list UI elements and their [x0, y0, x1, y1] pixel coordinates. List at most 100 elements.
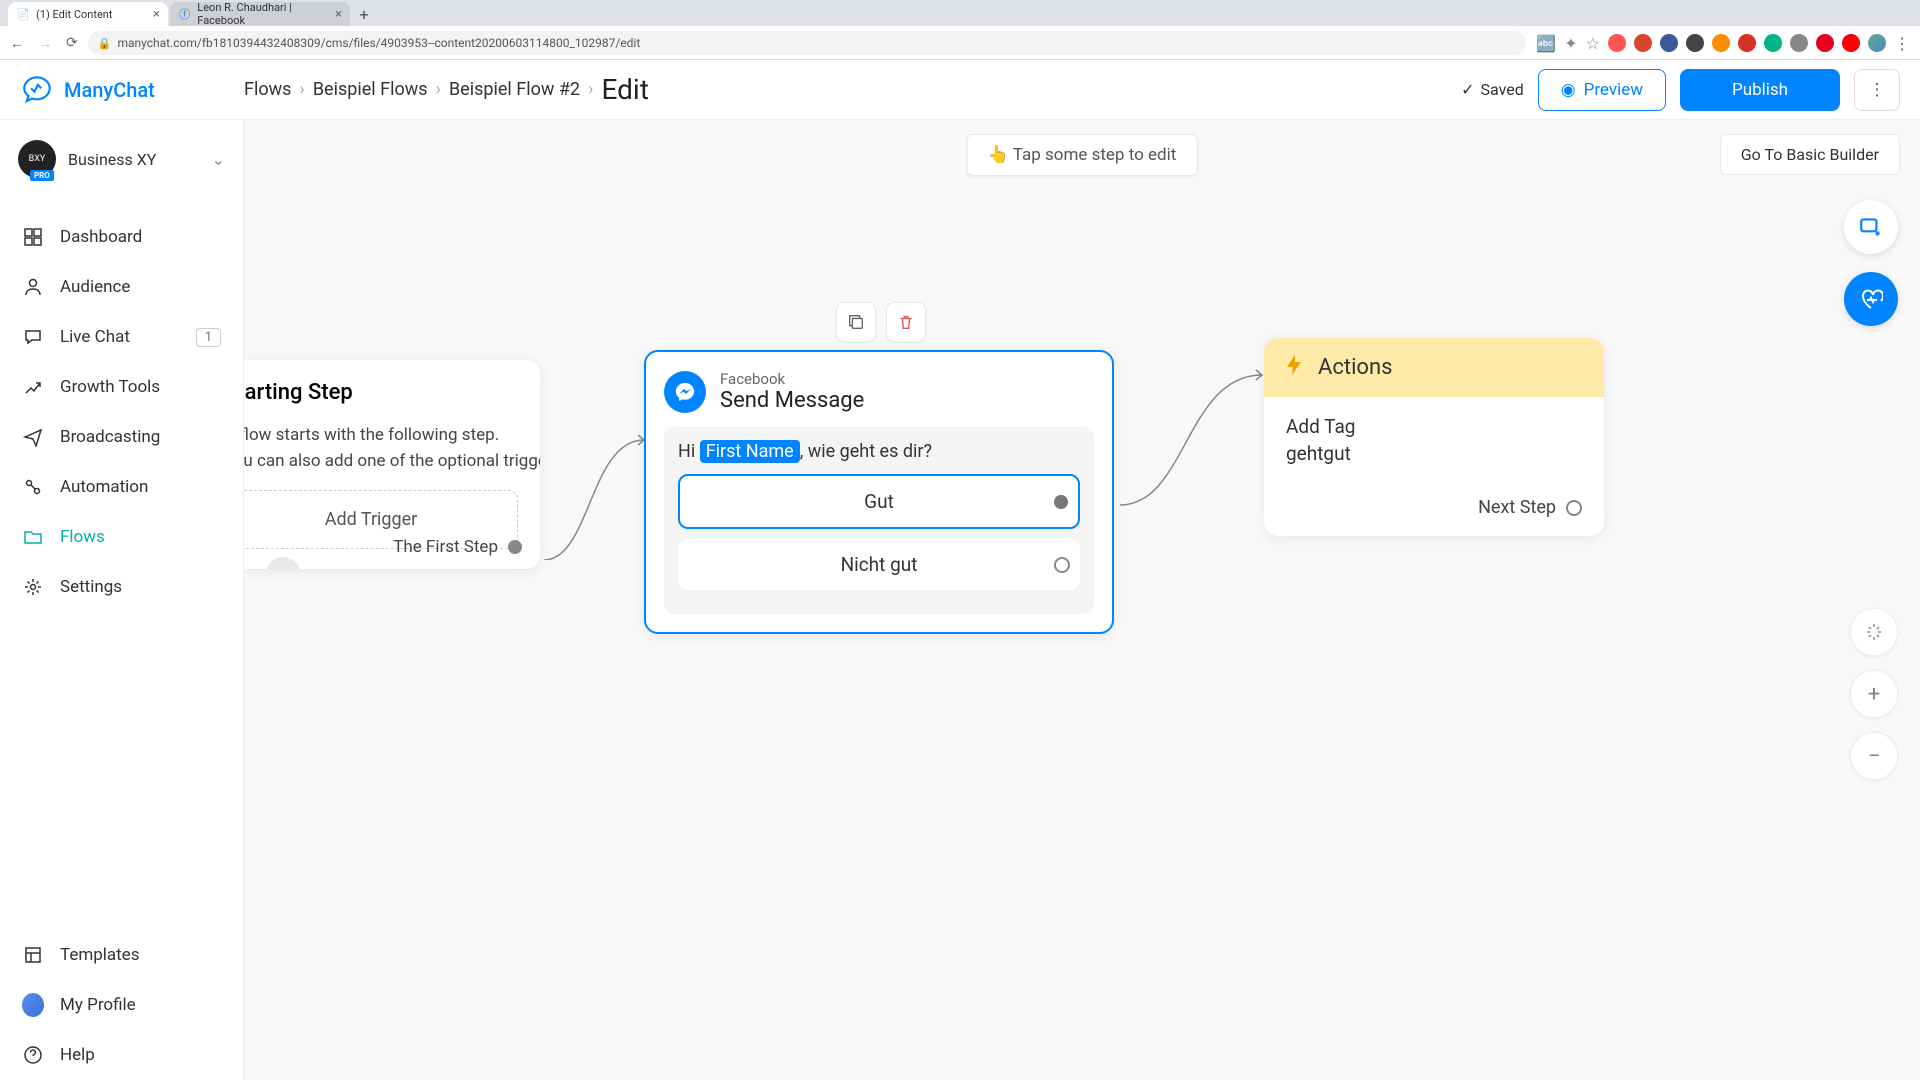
variable-chip[interactable]: First Name: [700, 440, 800, 463]
more-menu-button[interactable]: ⋮: [1854, 69, 1900, 111]
brand-name: ManyChat: [64, 78, 155, 102]
extension-icon[interactable]: [1634, 34, 1652, 52]
dashboard-icon: [22, 226, 44, 248]
copy-icon: [847, 313, 865, 331]
tab-title: (1) Edit Content: [36, 8, 112, 21]
node-title: Actions: [1318, 355, 1392, 380]
extension-icon[interactable]: [1842, 34, 1860, 52]
browser-tab-active[interactable]: 📄 (1) Edit Content ×: [8, 2, 168, 26]
message-text[interactable]: Hi First Name, wie geht es dir?: [678, 441, 1080, 462]
chevron-right-icon: ›: [299, 79, 304, 100]
canvas-hint: 👆 Tap some step to edit: [967, 134, 1198, 176]
star-icon[interactable]: ☆: [1586, 34, 1600, 53]
breadcrumb-item[interactable]: Beispiel Flows: [313, 79, 428, 100]
sidebar-item-profile[interactable]: My Profile: [0, 980, 243, 1030]
growth-icon: [22, 376, 44, 398]
forward-icon[interactable]: →: [38, 35, 52, 52]
sidebar-item-automation[interactable]: Automation: [0, 462, 243, 512]
folder-icon: [22, 526, 44, 548]
sidebar-item-help[interactable]: Help: [0, 1030, 243, 1080]
breadcrumb-item[interactable]: Beispiel Flow #2: [449, 79, 580, 100]
action-value: gehtgut: [1286, 442, 1582, 465]
brand-logo[interactable]: ManyChat: [20, 73, 244, 107]
heart-pulse-icon: [1859, 287, 1883, 311]
duplicate-button[interactable]: [836, 302, 876, 342]
chat-icon: [22, 326, 44, 348]
trash-icon: [897, 313, 915, 331]
preview-button[interactable]: ◉ Preview: [1538, 69, 1666, 111]
avatar-icon: [22, 994, 44, 1016]
bookmark-icon[interactable]: ✦: [1564, 34, 1577, 53]
chevron-right-icon: ›: [436, 79, 441, 100]
first-step-port[interactable]: The First Step: [393, 537, 522, 557]
extension-icon[interactable]: [1816, 34, 1834, 52]
extension-icon[interactable]: [1686, 34, 1704, 52]
sidebar-item-growth[interactable]: Growth Tools: [0, 362, 243, 412]
pointer-icon: 👆: [988, 145, 1009, 165]
publish-button[interactable]: Publish: [1680, 69, 1840, 111]
workspace-name: Business XY: [68, 150, 200, 169]
channel-label: Facebook: [720, 370, 864, 388]
sidebar-item-flows[interactable]: Flows: [0, 512, 243, 562]
next-step-port[interactable]: Next Step: [1264, 483, 1604, 536]
extensions-tray: 🔤 ✦ ☆ ⋮: [1536, 34, 1910, 53]
sidebar-item-livechat[interactable]: Live Chat 1: [0, 312, 243, 362]
goto-step-button[interactable]: ›: [266, 557, 300, 569]
output-port-icon[interactable]: [1566, 500, 1582, 516]
extension-icon[interactable]: [1790, 34, 1808, 52]
facebook-icon: ⓕ: [178, 7, 191, 21]
breadcrumb-item[interactable]: Flows: [244, 79, 291, 100]
node-description: A flow starts with the following step. Y…: [244, 423, 518, 474]
output-port-icon[interactable]: [1054, 557, 1070, 573]
go-basic-builder-button[interactable]: Go To Basic Builder: [1720, 134, 1900, 175]
quick-reply-button[interactable]: Gut: [678, 474, 1080, 529]
reload-icon[interactable]: ⟳: [66, 35, 78, 52]
breadcrumb: Flows › Beispiel Flows › Beispiel Flow #…: [244, 73, 649, 106]
browser-tab[interactable]: ⓕ Leon R. Chaudhari | Facebook ×: [170, 2, 350, 26]
sidebar-item-settings[interactable]: Settings: [0, 562, 243, 612]
sidebar-item-templates[interactable]: Templates: [0, 930, 243, 980]
tab-favicon: 📄: [16, 7, 30, 21]
flow-canvas[interactable]: 👆 Tap some step to edit Go To Basic Buil…: [244, 120, 1920, 1080]
extension-icon[interactable]: [1764, 34, 1782, 52]
extension-icon[interactable]: [1712, 34, 1730, 52]
close-icon[interactable]: ×: [335, 7, 342, 22]
user-icon: [22, 276, 44, 298]
messenger-icon: [664, 371, 706, 413]
pro-badge: PRO: [30, 170, 54, 181]
sidebar-item-broadcasting[interactable]: Broadcasting: [0, 412, 243, 462]
add-card-button[interactable]: [1844, 200, 1898, 254]
feedback-button[interactable]: [1844, 272, 1898, 326]
node-title: Send Message: [720, 388, 864, 413]
zoom-out-button[interactable]: −: [1850, 732, 1898, 780]
auto-arrange-button[interactable]: [1850, 608, 1898, 656]
node-starting-step[interactable]: Starting Step A flow starts with the fol…: [244, 360, 540, 569]
new-tab-button[interactable]: +: [352, 2, 376, 26]
send-icon: [22, 426, 44, 448]
node-actions[interactable]: Actions Add Tag gehtgut Next Step: [1264, 338, 1604, 536]
wand-icon: [1864, 622, 1884, 642]
quick-reply-button[interactable]: Nicht gut: [678, 539, 1080, 590]
translate-icon[interactable]: 🔤: [1536, 34, 1556, 53]
extension-icon[interactable]: [1608, 34, 1626, 52]
back-icon[interactable]: ←: [10, 35, 24, 52]
output-port-icon[interactable]: [508, 540, 522, 554]
templates-icon: [22, 944, 44, 966]
profile-avatar-icon[interactable]: [1868, 34, 1886, 52]
extension-icon[interactable]: [1738, 34, 1756, 52]
address-bar[interactable]: 🔒 manychat.com/fb181039443240830​9/cms/f…: [88, 31, 1527, 55]
lock-icon: 🔒: [98, 37, 112, 50]
workspace-avatar: BXY PRO: [18, 140, 56, 178]
close-icon[interactable]: ×: [153, 7, 160, 22]
menu-icon[interactable]: ⋮: [1894, 34, 1910, 53]
help-icon: [22, 1044, 44, 1066]
delete-button[interactable]: [886, 302, 926, 342]
node-send-message[interactable]: Facebook Send Message Hi First Name, wie…: [644, 350, 1114, 634]
workspace-selector[interactable]: BXY PRO Business XY ⌄: [0, 130, 243, 188]
sidebar-item-audience[interactable]: Audience: [0, 262, 243, 312]
zoom-in-button[interactable]: +: [1850, 670, 1898, 718]
gear-icon: [22, 576, 44, 598]
sidebar-item-dashboard[interactable]: Dashboard: [0, 212, 243, 262]
extension-icon[interactable]: [1660, 34, 1678, 52]
output-port-icon[interactable]: [1054, 495, 1068, 509]
